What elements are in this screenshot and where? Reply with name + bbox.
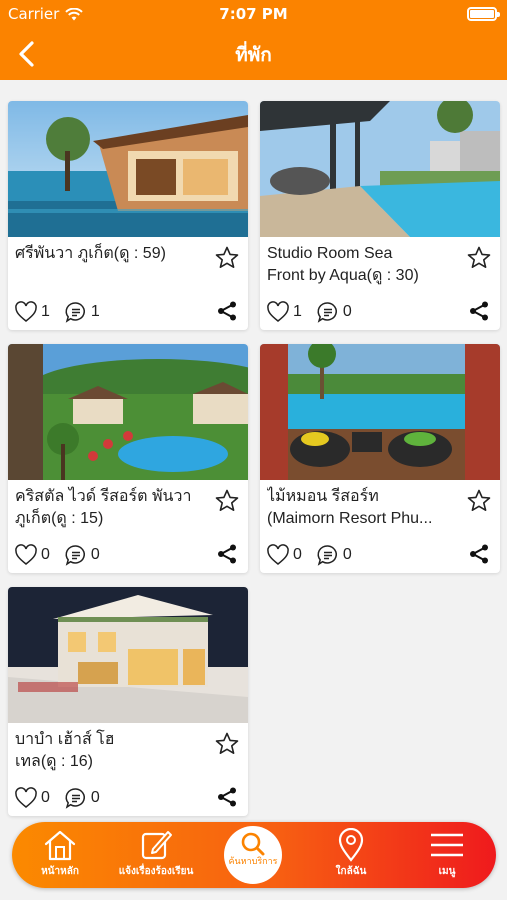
heart-icon[interactable] [14,544,38,566]
listing-photo [260,344,500,480]
star-icon[interactable] [466,245,492,271]
listing-stats: 0 0 [14,786,114,810]
listing-name[interactable]: ไม้หมอน รีสอร์ท (Maimorn Resort Phu... [267,486,467,530]
heart-icon[interactable] [266,544,290,566]
heart-icon[interactable] [266,301,290,323]
tab-home[interactable]: หน้าหลัก [34,828,86,886]
listing-name[interactable]: คริสตัล ไวด์ รีสอร์ต พันวา ภูเก็ต(ดู : 1… [15,486,215,530]
listing-photo [8,587,248,723]
tab-menu[interactable]: เมนู [422,828,472,886]
home-icon [44,830,76,861]
tab-nearby-label: ใกล้ฉัน [335,866,367,877]
share-icon[interactable] [468,300,490,322]
comment-icon[interactable] [316,543,340,567]
edit-icon [141,831,172,860]
tab-report[interactable]: แจ้งเรื่องร้องเรียน [108,828,204,886]
star-icon[interactable] [214,245,240,271]
listing-stats: 0 0 [14,543,114,567]
star-icon[interactable] [214,731,240,757]
share-icon[interactable] [216,300,238,322]
listing-name[interactable]: ศรีพันวา ภูเก็ต(ดู : 59) [15,243,215,265]
star-icon[interactable] [214,488,240,514]
listing-stats: 0 0 [266,543,366,567]
tab-search[interactable]: ค้นหาบริการ [224,826,282,884]
menu-icon [431,833,463,857]
comments-count: 0 [90,546,100,563]
share-icon[interactable] [468,543,490,565]
nav-bar: ที่พัก [0,28,507,80]
search-icon [241,832,265,856]
comment-icon[interactable] [64,300,88,324]
bottom-tab-bar: หน้าหลัก แจ้งเรื่องร้องเรียน ค้นหาบริการ… [12,822,496,888]
listing-card[interactable]: ศรีพันวา ภูเก็ต(ดู : 59) 1 1 [8,101,248,330]
listing-card[interactable]: บาบำ เฮ้าส์ โฮ เทล(ดู : 16) 0 0 [8,587,248,816]
listing-card[interactable]: ไม้หมอน รีสอร์ท (Maimorn Resort Phu... 0… [260,344,500,573]
listing-name[interactable]: บาบำ เฮ้าส์ โฮ เทล(ดู : 16) [15,729,215,773]
listing-card[interactable]: Studio Room Sea Front by Aqua(ดู : 30) 1… [260,101,500,330]
likes-count: 1 [41,303,50,320]
page-title: ที่พัก [235,44,272,66]
listing-photo [8,101,248,237]
comment-icon[interactable] [316,300,340,324]
comments-count: 0 [342,546,352,563]
listing-stats: 1 0 [266,300,366,324]
tab-menu-label: เมนู [438,866,456,877]
listing-photo [260,101,500,237]
listing-photo [8,344,248,480]
likes-count: 0 [293,546,302,563]
tab-home-label: หน้าหลัก [41,866,79,877]
star-icon[interactable] [466,488,492,514]
listing-card[interactable]: คริสตัล ไวด์ รีสอร์ต พันวา ภูเก็ต(ดู : 1… [8,344,248,573]
battery-icon [467,7,500,21]
listing-stats: 1 1 [14,300,114,324]
likes-count: 0 [41,546,50,563]
comment-icon[interactable] [64,543,88,567]
comments-count: 1 [90,303,100,320]
location-pin-icon [338,828,364,862]
listing-name[interactable]: Studio Room Sea Front by Aqua(ดู : 30) [267,243,467,287]
tab-nearby[interactable]: ใกล้ฉัน [324,828,378,886]
comments-count: 0 [342,303,352,320]
status-bar: Carrier 7:07 PM [0,0,507,28]
tab-search-label: ค้นหาบริการ [228,857,278,867]
likes-count: 1 [293,303,302,320]
heart-icon[interactable] [14,301,38,323]
heart-icon[interactable] [14,787,38,809]
comments-count: 0 [90,789,100,806]
likes-count: 0 [41,789,50,806]
tab-report-label: แจ้งเรื่องร้องเรียน [118,866,194,877]
share-icon[interactable] [216,786,238,808]
share-icon[interactable] [216,543,238,565]
comment-icon[interactable] [64,786,88,810]
status-time: 7:07 PM [219,5,288,23]
